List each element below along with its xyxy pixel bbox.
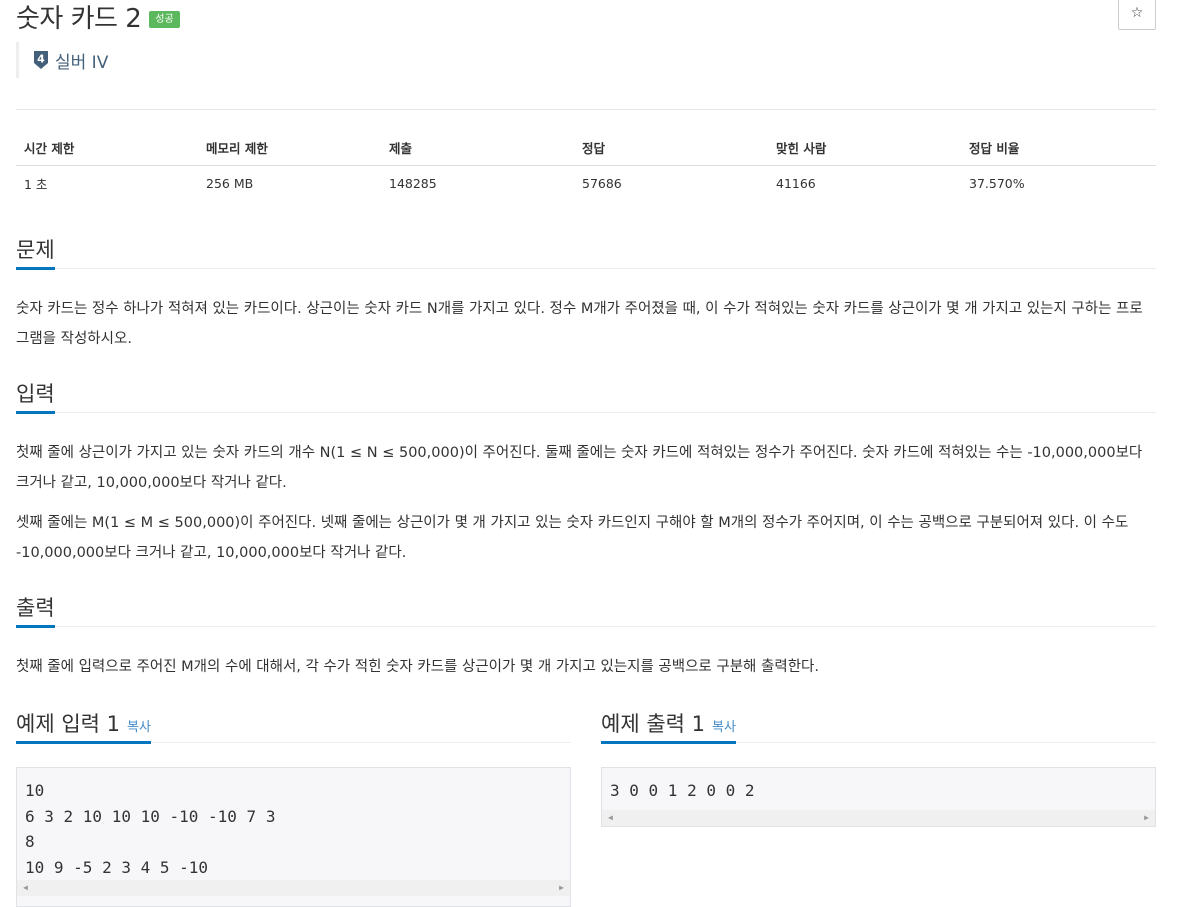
- output-section-header: 출력: [16, 590, 1156, 628]
- value-memory-limit: 256 MB: [206, 176, 254, 191]
- tier-number: 4: [37, 53, 45, 66]
- sample-output-title-text: 예제 출력 1: [601, 711, 705, 736]
- copy-output-button[interactable]: 복사: [712, 720, 736, 735]
- sample-input-header: 예제 입력 1 복사: [16, 706, 571, 744]
- tier-icon: 4: [34, 51, 48, 69]
- output-description: 첫째 줄에 입력으로 주어진 M개의 수에 대해서, 각 수가 적힌 숫자 카드…: [16, 659, 819, 675]
- sample-input-title: 예제 입력 1 복사: [16, 712, 151, 744]
- tier-info: 4 실버 IV: [16, 42, 108, 78]
- sample-output-header: 예제 출력 1 복사: [601, 706, 1156, 744]
- input-section-title: 입력: [16, 382, 55, 414]
- info-value-row: 1 초 256 MB 148285 57686 41166 37.570%: [16, 166, 1156, 202]
- value-submissions[interactable]: 148285: [381, 166, 574, 202]
- scroll-right-icon[interactable]: ▶: [559, 883, 564, 892]
- header-accepted: 정답: [574, 130, 768, 166]
- sample-output-box[interactable]: 3 0 0 1 2 0 0 2 ◀ ▶: [601, 767, 1156, 827]
- input-description-2: 셋째 줄에는 M(1 ≤ M ≤ 500,000)이 주어진다. 넷째 줄에는 …: [16, 515, 1129, 561]
- copy-input-button[interactable]: 복사: [127, 720, 151, 735]
- header-solvers: 맞힌 사람: [768, 130, 961, 166]
- value-ratio: 37.570%: [969, 176, 1025, 191]
- header-submissions: 제출: [381, 130, 574, 166]
- input-description-1: 첫째 줄에 상근이가 가지고 있는 숫자 카드의 개수 N(1 ≤ N ≤ 50…: [16, 445, 1143, 491]
- header-ratio: 정답 비율: [961, 130, 1156, 166]
- sample-input-content: 10 6 3 2 10 10 10 -10 -10 7 3 8 10 9 -5 …: [25, 781, 276, 877]
- favorite-button[interactable]: ☆: [1118, 0, 1156, 30]
- input-section-header: 입력: [16, 376, 1156, 414]
- scroll-right-icon[interactable]: ▶: [1144, 813, 1149, 822]
- star-icon: ☆: [1130, 5, 1144, 21]
- sample-input-scrollbar[interactable]: ◀ ▶: [17, 880, 570, 896]
- problem-description: 숫자 카드는 정수 하나가 적혀져 있는 카드이다. 상근이는 숫자 카드 N개…: [16, 301, 1143, 347]
- header-divider: [16, 109, 1156, 110]
- header-memory-limit: 메모리 제한: [198, 130, 381, 166]
- title-row: 숫자 카드 2 성공: [16, 0, 180, 36]
- value-time-limit: 1 초: [24, 177, 48, 192]
- problem-section-title: 문제: [16, 238, 55, 270]
- value-accepted[interactable]: 57686: [574, 166, 768, 202]
- output-section-title: 출력: [16, 596, 55, 628]
- sample-input-title-text: 예제 입력 1: [16, 711, 120, 736]
- problem-section-header: 문제: [16, 232, 1156, 270]
- sample-output-content: 3 0 0 1 2 0 0 2: [610, 781, 755, 800]
- sample-output-scrollbar[interactable]: ◀ ▶: [602, 810, 1155, 826]
- status-badge: 성공: [149, 10, 180, 28]
- sample-output-title: 예제 출력 1 복사: [601, 712, 736, 744]
- problem-title: 숫자 카드 2: [16, 3, 142, 34]
- sample-input-box[interactable]: 10 6 3 2 10 10 10 -10 -10 7 3 8 10 9 -5 …: [16, 767, 571, 907]
- info-header-row: 시간 제한 메모리 제한 제출 정답 맞힌 사람 정답 비율: [16, 130, 1156, 166]
- tier-link[interactable]: 실버 IV: [55, 48, 108, 73]
- header-time-limit: 시간 제한: [16, 130, 198, 166]
- value-solvers[interactable]: 41166: [768, 166, 961, 202]
- scroll-left-icon[interactable]: ◀: [23, 883, 28, 892]
- problem-info-table: 시간 제한 메모리 제한 제출 정답 맞힌 사람 정답 비율 1 초 256 M…: [16, 130, 1156, 201]
- scroll-left-icon[interactable]: ◀: [608, 813, 613, 822]
